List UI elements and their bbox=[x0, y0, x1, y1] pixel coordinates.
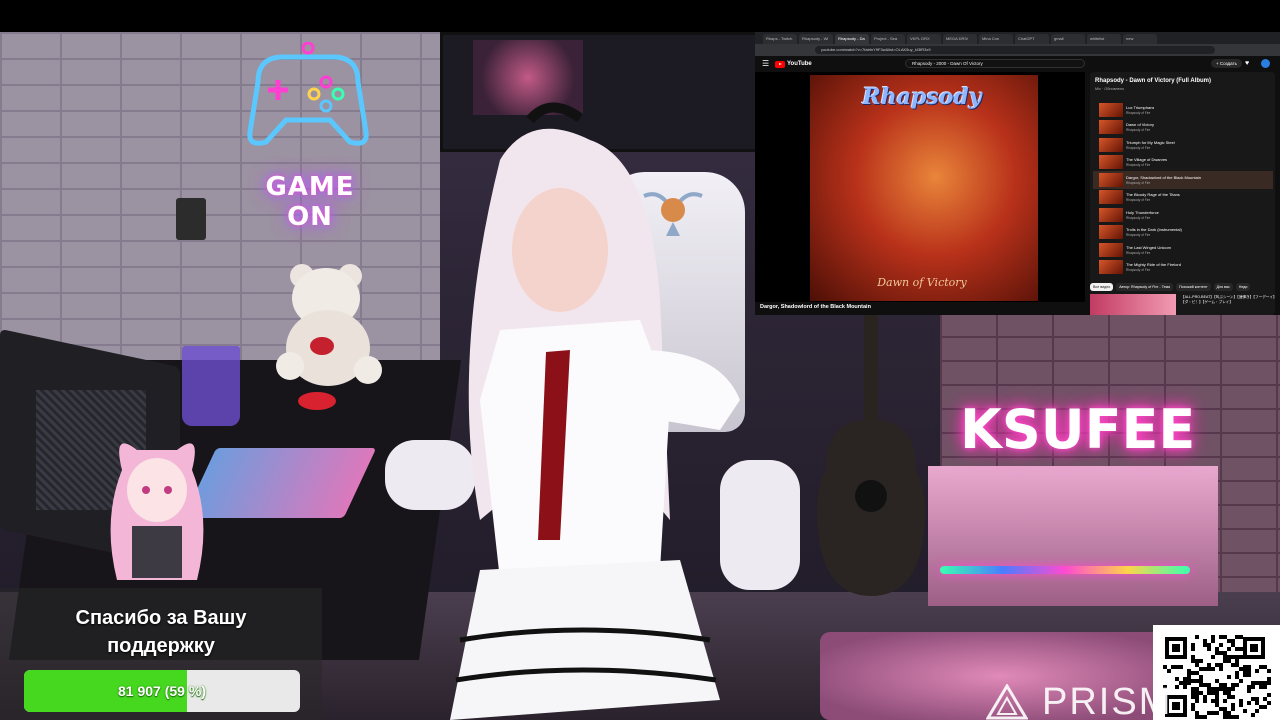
playlist-item-title: Dawn of Victory bbox=[1126, 122, 1154, 128]
address-bar-input[interactable]: youtube.com/watch?v=7fabfnY9F3w&list=OLA… bbox=[815, 46, 1215, 54]
hamburger-menu-icon[interactable]: ☰ bbox=[762, 59, 769, 68]
browser-tab[interactable]: Project - Sea bbox=[871, 34, 905, 44]
browser-tab[interactable]: MEGA DRIV bbox=[943, 34, 977, 44]
prism-text: PRISM bbox=[1042, 681, 1173, 720]
led-strip bbox=[940, 566, 1190, 574]
playlist-item-active[interactable]: Dargor, Shadowlord of the Black Mountain… bbox=[1093, 171, 1273, 189]
playlist-item[interactable]: The Village of Dwarves Rhapsody of Fire bbox=[1093, 154, 1273, 172]
red-mouse bbox=[298, 392, 336, 410]
prism-triangle-icon bbox=[986, 684, 1028, 720]
teddy-bear bbox=[276, 264, 382, 386]
video-thumbnail bbox=[1099, 155, 1123, 170]
playlist-item-channel: Rhapsody of Fire bbox=[1126, 163, 1151, 168]
playlist-item-channel: Rhapsody of Fire bbox=[1126, 198, 1151, 203]
playlist-item-title: Dargor, Shadowlord of the Black Mountain bbox=[1126, 174, 1201, 180]
neon-sign-ksufee: KSUFEE bbox=[960, 398, 1196, 461]
album-logo-text: Rhapsody bbox=[862, 84, 982, 110]
donation-message: Спасибо за Вашу поддержку bbox=[0, 604, 322, 660]
acoustic-guitar bbox=[817, 300, 925, 596]
video-thumbnail bbox=[1099, 225, 1123, 240]
top-letterbox bbox=[0, 0, 1280, 32]
video-thumbnail bbox=[1099, 190, 1123, 205]
playlist-item-channel: Rhapsody of Fire bbox=[1126, 268, 1151, 273]
video-thumbnail bbox=[1099, 137, 1123, 152]
youtube-logo[interactable]: YouTube bbox=[775, 59, 812, 69]
playlist-item-channel: Rhapsody of Fire bbox=[1126, 128, 1151, 133]
playlist-item-title: The Last Winged Unicorn bbox=[1126, 244, 1172, 250]
anime-mascot bbox=[110, 443, 204, 580]
browser-tab[interactable]: Rhapsody - Wi bbox=[799, 34, 833, 44]
search-input[interactable]: Rhapsody - 2000 - Dawn Of Victory bbox=[905, 59, 1085, 68]
chip-similar[interactable]: Похожий контент bbox=[1176, 283, 1211, 291]
browser-tab-active[interactable]: Rhapsody - Da bbox=[835, 34, 869, 44]
playlist-item[interactable]: The Last Winged Unicorn Rhapsody of Fire bbox=[1093, 241, 1273, 259]
playlist-item[interactable]: Triumph for My Magic Steel Rhapsody of Fi… bbox=[1093, 136, 1273, 154]
playlist-item-title: Holy Thunderforce bbox=[1126, 209, 1159, 215]
browser-tab[interactable]: VKPL DRX bbox=[907, 34, 941, 44]
video-title: Dargor, Shadowlord of the Black Mountain bbox=[760, 304, 871, 310]
video-thumbnail bbox=[1099, 260, 1123, 275]
video-thumbnail bbox=[1099, 242, 1123, 257]
browser-tab[interactable]: new bbox=[1123, 34, 1157, 44]
create-button[interactable]: + Создать bbox=[1211, 59, 1242, 68]
donation-message-line1: Спасибо за Вашу bbox=[75, 607, 247, 629]
chip-for-you[interactable]: Для вас bbox=[1213, 283, 1233, 291]
recommended-thumbnail[interactable] bbox=[1090, 294, 1176, 315]
youtube-play-icon bbox=[775, 60, 785, 68]
purple-glass bbox=[182, 346, 240, 426]
recommended-title[interactable]: 【ALL-PRO-BEAT】【叫ぶシーン】【速弾き】【フーデーイ】【ダ・ピ！】【… bbox=[1181, 295, 1277, 305]
playlist-item[interactable]: Holy Thunderforce Rhapsody of Fire bbox=[1093, 206, 1273, 224]
browser-tab[interactable]: gmail bbox=[1051, 34, 1085, 44]
browser-tab[interactable]: Mina Con bbox=[979, 34, 1013, 44]
youtube-logo-text: YouTube bbox=[787, 61, 812, 67]
playlist-item[interactable]: Trolls in the Dark (Instrumental) Rhapsod… bbox=[1093, 224, 1273, 242]
video-thumbnail bbox=[1099, 172, 1123, 187]
account-avatar[interactable] bbox=[1261, 59, 1270, 68]
playlist-item[interactable]: Lux Triumphans Rhapsody of Fire bbox=[1093, 101, 1273, 119]
prism-watermark: PRISM bbox=[986, 681, 1173, 720]
playlist-meta: Mix · Обновлено bbox=[1095, 87, 1125, 91]
browser-tab[interactable]: Rhaps - Twitch bbox=[763, 34, 797, 44]
playlist-title[interactable]: Rhapsody - Dawn of Victory (Full Album) bbox=[1095, 78, 1211, 84]
playlist-item-title: Lux Triumphans bbox=[1126, 104, 1155, 110]
playlist-item[interactable]: The Bloody Rage of the Titans Rhapsody of… bbox=[1093, 189, 1273, 207]
playlist-item-channel: Rhapsody of Fire bbox=[1126, 180, 1151, 185]
playlist-item-channel: Rhapsody of Fire bbox=[1126, 215, 1151, 220]
chip-author[interactable]: Автор: Rhapsody of Fire - Тема bbox=[1116, 283, 1174, 291]
brick-bench bbox=[928, 466, 1218, 606]
donation-progress-label: 81 907 (59 %) bbox=[118, 683, 206, 699]
browser-tab-strip: Rhaps - Twitch Rhapsody - Wi Rhapsody - … bbox=[755, 32, 1280, 44]
playlist-item-title: Trolls in the Dark (Instrumental) bbox=[1126, 227, 1182, 233]
playlist-item-channel: Rhapsody of Fire bbox=[1126, 250, 1151, 255]
playlist-item-title: The Mighty Ride of the Firelord bbox=[1126, 262, 1181, 268]
video-thumbnail bbox=[1099, 120, 1123, 135]
playlist-list: Lux Triumphans Rhapsody of Fire Dawn of V… bbox=[1093, 101, 1273, 276]
browser-tab[interactable]: whitelist bbox=[1087, 34, 1121, 44]
playlist-item[interactable]: Dawn of Victory Rhapsody of Fire bbox=[1093, 119, 1273, 137]
playlist-item-title: Triumph for My Magic Steel bbox=[1126, 139, 1175, 145]
video-thumbnail bbox=[1099, 102, 1123, 117]
album-subtitle: Dawn of Victory bbox=[877, 276, 967, 289]
playlist-item-channel: Rhapsody of Fire bbox=[1126, 233, 1151, 238]
neon-sign-game-on: GAME ON bbox=[265, 172, 355, 232]
wall-switch bbox=[176, 198, 206, 240]
neon-controller-icon bbox=[247, 42, 369, 146]
playlist-item[interactable]: The Mighty Ride of the Firelord Rhapsody … bbox=[1093, 259, 1273, 277]
donation-message-line2: поддержку bbox=[107, 635, 215, 657]
streamer-person bbox=[450, 102, 740, 720]
bell-icon[interactable]: ♥ bbox=[1245, 59, 1249, 68]
playlist-item-title: The Bloody Rage of the Titans bbox=[1126, 192, 1180, 198]
chip-more[interactable]: Неди bbox=[1235, 283, 1251, 291]
browser-tab[interactable]: ChatGPT bbox=[1015, 34, 1049, 44]
chip-all[interactable]: Все видео bbox=[1090, 283, 1114, 291]
filter-chips: Все видео Автор: Rhapsody of Fire - Тема… bbox=[1090, 283, 1280, 293]
playlist-item-channel: Rhapsody of Fire bbox=[1126, 110, 1151, 115]
video-thumbnail bbox=[1099, 207, 1123, 222]
playlist-item-title: The Village of Dwarves bbox=[1126, 157, 1168, 163]
playlist-item-channel: Rhapsody of Fire bbox=[1126, 145, 1151, 150]
